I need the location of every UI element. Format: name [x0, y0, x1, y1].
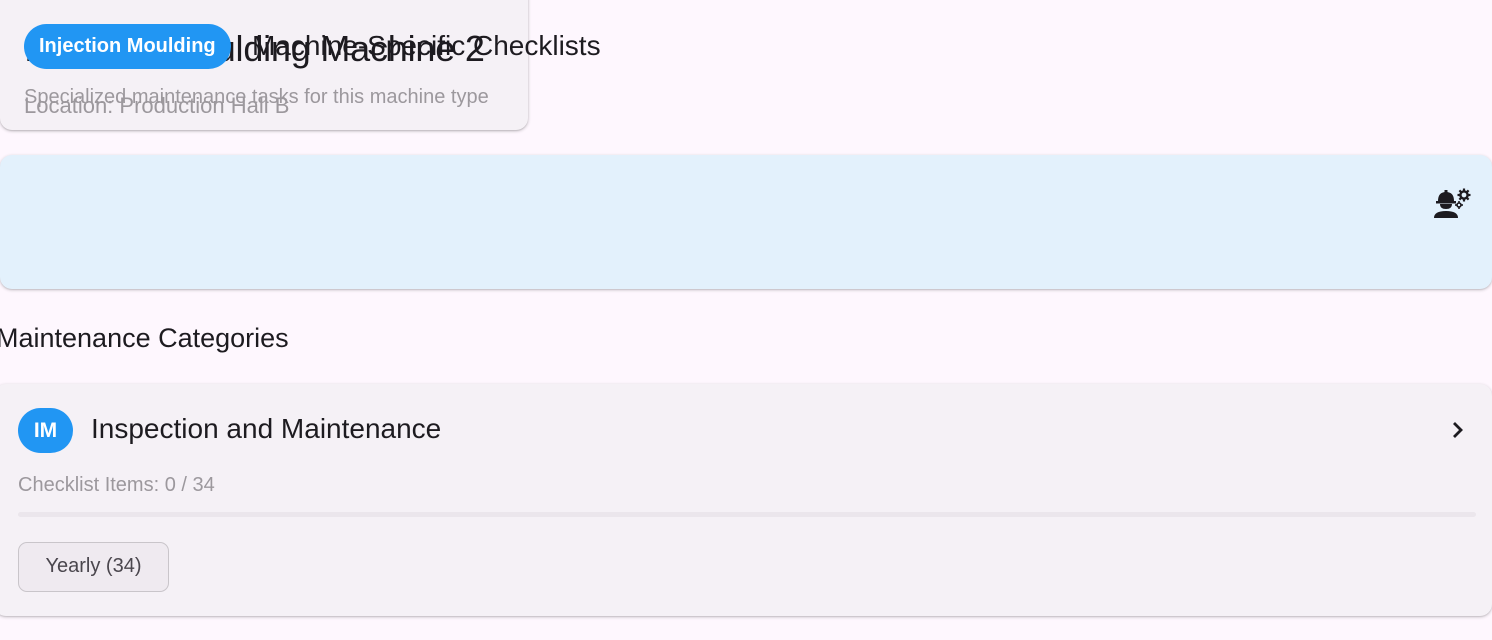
checklist-progress-bar	[18, 512, 1476, 517]
machine-specific-checklists-title: Machine-Specific Checklists	[252, 30, 601, 61]
engineer-icon	[1434, 188, 1471, 218]
checklist-items-count: Checklist Items: 0 / 34	[18, 474, 215, 496]
chevron-right-icon[interactable]	[1448, 418, 1468, 442]
category-title: Inspection and Maintenance	[91, 413, 442, 444]
machine-specific-checklists-card[interactable]	[0, 155, 1492, 289]
machine-type-chip: Injection Moulding	[24, 24, 231, 69]
maintenance-categories-heading: Maintenance Categories	[0, 323, 289, 353]
frequency-chip-yearly[interactable]: Yearly (34)	[18, 542, 169, 592]
category-avatar: IM	[18, 408, 73, 453]
machine-specific-checklists-subtitle: Specialized maintenance tasks for this m…	[24, 86, 489, 108]
